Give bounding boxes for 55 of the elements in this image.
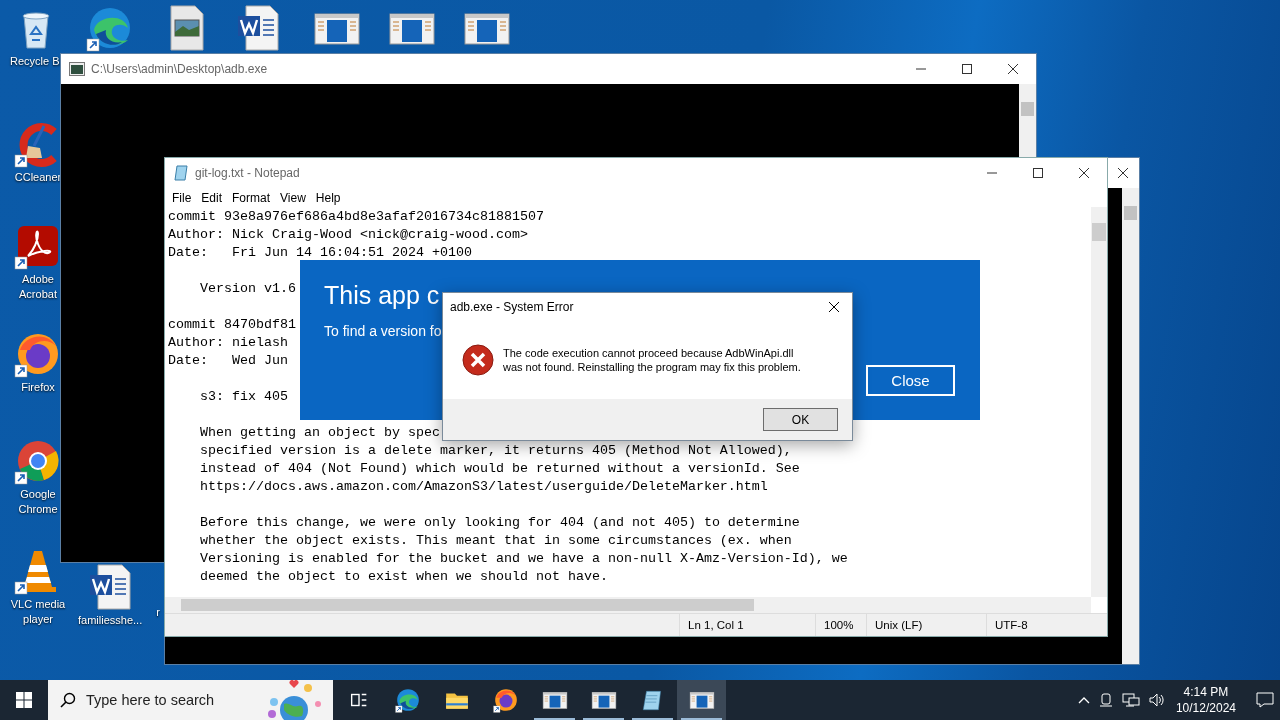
browser-icon xyxy=(394,687,421,713)
close-icon xyxy=(828,301,840,313)
icon-label: Google Chrome xyxy=(17,487,59,517)
status-text: Ln 1, Col 1 xyxy=(688,619,744,631)
icon-label: Adobe Acrobat xyxy=(18,272,58,302)
icon-label: Recycle Bi xyxy=(10,54,62,69)
notepad-icon xyxy=(173,165,189,181)
browser-icon xyxy=(492,687,519,713)
scrollbar[interactable] xyxy=(1091,207,1107,597)
search-field[interactable]: Type here to search xyxy=(48,680,333,720)
ok-button[interactable]: OK xyxy=(763,408,838,431)
console-icon xyxy=(69,62,85,76)
icon-label: familiesshe... xyxy=(78,613,142,628)
close-icon xyxy=(1117,167,1129,179)
search-icon xyxy=(60,692,76,708)
text-paragraph: Version v1.6 xyxy=(199,280,296,298)
speaker-icon[interactable] xyxy=(1147,692,1166,708)
icon-label: r xyxy=(156,605,160,620)
window-title: git-log.txt - Notepad xyxy=(195,166,301,180)
chevron-up-icon[interactable] xyxy=(1077,696,1090,704)
maximize-icon xyxy=(961,63,973,75)
text-paragraph: commit 8470bdf81 Author: nielash Date: Wed Jun xyxy=(168,316,296,370)
close-icon xyxy=(1007,63,1019,75)
dialog-title: adb.exe - System Error xyxy=(450,300,575,314)
notification-icon[interactable] xyxy=(1256,692,1274,708)
status-text: UTF-8 xyxy=(995,619,1028,631)
error-icon xyxy=(462,344,494,376)
icon-label: CCleaner xyxy=(14,170,62,185)
windows-logo-icon xyxy=(16,692,32,708)
device-icon[interactable] xyxy=(1097,692,1114,708)
scrollbar[interactable] xyxy=(1122,188,1139,664)
banner-text: To find a version fo xyxy=(324,323,442,339)
status-text: Unix (LF) xyxy=(875,619,923,631)
close-button[interactable]: Close xyxy=(866,365,955,396)
text-paragraph: commit 93e8a976ef686a4bd8e3afaf2016734c81881507 Author: Nick Craig-Wood <nick@craig-wood.com> Date: Fri Jun 14 16:04:51 2024 +0100 xyxy=(168,208,544,262)
maximize-icon xyxy=(1032,167,1044,179)
icon-label: VLC media player xyxy=(9,597,67,627)
banner-title: This app c xyxy=(324,281,440,310)
window-title: C:\Users\admin\Desktop\adb.exe xyxy=(91,62,269,76)
clock[interactable]: 4:14 PM 10/12/2024 xyxy=(1175,684,1236,716)
menu-item[interactable]: View xyxy=(275,190,311,205)
menu-item[interactable]: Help xyxy=(310,190,346,205)
text-paragraph: Before this change, we were only looking for 404 (and not 405) to determine whether the object exists. This meant that in some circumstances (ex. when Versioning is enabled for the bucket and we have a non-null X-Amz-Version-Id), we deemed the object to exist when we should not have. xyxy=(199,514,848,586)
menu-item[interactable]: File xyxy=(167,190,197,205)
status-text: 100% xyxy=(824,619,854,631)
menu-item[interactable]: Edit xyxy=(196,190,228,205)
text-paragraph: s3: fix 405 xyxy=(199,388,288,406)
scrollbar[interactable] xyxy=(1019,84,1036,158)
icon-label: Firefox xyxy=(21,380,55,395)
error-message: The code execution cannot proceed because AdbWinApi.dll was not found. Reinstalling the program may fix this problem. xyxy=(503,346,801,374)
taskbar-button[interactable] xyxy=(677,680,726,720)
close-icon xyxy=(1078,167,1090,179)
network-icon[interactable] xyxy=(1121,692,1140,708)
scrollbar[interactable] xyxy=(165,597,1091,613)
menu-item[interactable]: Format xyxy=(227,190,276,205)
